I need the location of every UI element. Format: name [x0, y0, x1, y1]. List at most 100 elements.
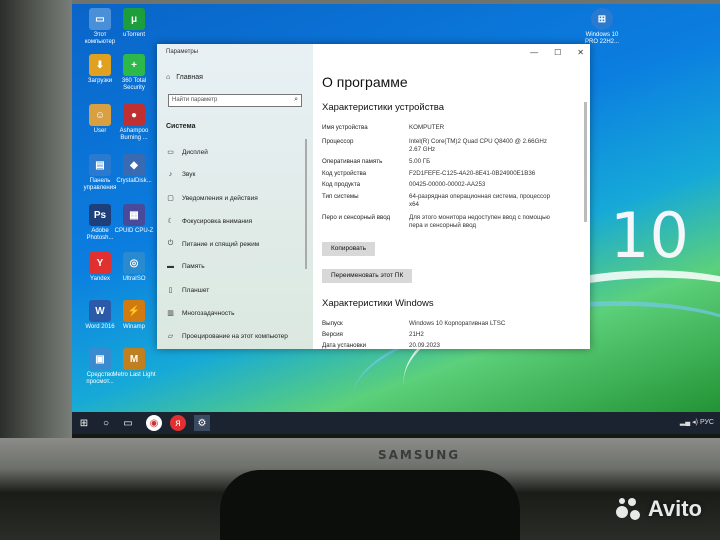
app-icon: ◎: [123, 252, 145, 274]
search-placeholder: Найти параметр: [172, 97, 218, 103]
desktop-icon-label: Yandex: [90, 276, 110, 282]
app-icon: M: [123, 348, 145, 370]
page-title: О программе: [322, 74, 408, 90]
taskbar: ⊞ ○ ▭ ◉ я ⚙ ▂▄ ◂) РУС: [72, 412, 720, 434]
settings-sidebar: Параметры ⌂ Главная Найти параметр ⌕ Сис…: [157, 44, 313, 349]
spec-label: Выпуск: [322, 320, 343, 327]
monitor-stand: [220, 470, 520, 540]
desktop-icon[interactable]: ◎ UltraISO: [112, 252, 156, 283]
app-icon: W: [89, 300, 111, 322]
spec-label: Код продукта: [322, 181, 361, 188]
desktop-icon[interactable]: +360 Total Security: [112, 54, 156, 92]
desktop-icon[interactable]: M Metro Last Light: [112, 348, 156, 379]
app-icon: ▭: [89, 8, 111, 30]
sidebar-item[interactable]: ▭ Дисплей: [166, 148, 208, 157]
main-scrollbar[interactable]: [584, 102, 587, 222]
network-icon: ▂▄: [679, 419, 691, 426]
spec-label: Код устройства: [322, 170, 367, 177]
windows-icon: ⊞: [591, 8, 613, 30]
sidebar-item[interactable]: ▬ Память: [166, 263, 205, 270]
spec-label: Перо и сенсорный ввод: [322, 214, 391, 221]
spec-value: Intel(R) Core(TM)2 Quad CPU Q8400 @ 2.66…: [409, 138, 547, 153]
sound-icon: ♪: [168, 171, 173, 178]
desktop-icon-label: User: [93, 128, 107, 134]
maximize-icon[interactable]: ☐: [554, 48, 561, 57]
sidebar-item-label: Проецирование на этот компьютер: [182, 332, 288, 340]
sidebar-item-label: Память: [182, 263, 205, 270]
window-controls: — ☐ ✕: [530, 48, 584, 57]
desktop-icon[interactable]: ▦ CPUID CPU-Z: [112, 204, 156, 235]
system-tray[interactable]: ▂▄ ◂) РУС: [680, 418, 714, 426]
desktop-icon-windows10[interactable]: ⊞ Windows 10 PRO 22H2...: [580, 8, 624, 46]
desktop-icon[interactable]: ⚡ Winamp: [112, 300, 156, 331]
close-icon[interactable]: ✕: [577, 48, 584, 57]
notifications-icon: ▢: [167, 195, 174, 202]
sidebar-item[interactable]: ☾ Фокусировка внимания: [166, 217, 253, 226]
browser-icon[interactable]: ◉: [146, 415, 162, 431]
app-icon: Y: [89, 252, 111, 274]
desktop-icon-label: Word 2016: [85, 324, 115, 330]
app-icon: ⬇: [89, 54, 111, 76]
app-icon: Ps: [89, 204, 111, 226]
desktop-icon-label: uTorrent: [122, 32, 145, 38]
volume-icon: ◂): [692, 419, 699, 426]
app-icon: ●: [123, 104, 145, 126]
spec-label: Имя устройства: [322, 124, 368, 131]
app-icon: ⚡: [123, 300, 145, 322]
home-icon: ⌂: [166, 74, 171, 81]
desktop-icon[interactable]: ◆ CrystalDisk...: [112, 154, 156, 185]
sidebar-item[interactable]: ▥ Многозадачность: [166, 309, 235, 318]
power-icon: ⏻: [167, 240, 174, 247]
start-button[interactable]: ⊞: [76, 415, 92, 431]
app-icon: ◆: [123, 154, 145, 176]
sidebar-item-label: Питание и спящий режим: [182, 240, 260, 248]
sidebar-item-label: Планшет: [182, 286, 210, 294]
sidebar-item-label: Многозадачность: [182, 309, 235, 317]
desktop-icon[interactable]: μ uTorrent: [112, 8, 156, 39]
sidebar-section-title: Система: [166, 123, 196, 130]
desktop-icon-label: Adobe Photosh...: [86, 228, 114, 241]
sidebar-item-label: Фокусировка внимания: [182, 217, 253, 225]
app-icon: ☺: [89, 104, 111, 126]
desktop-icon-label: 360 Total Security: [121, 78, 147, 91]
settings-window: Параметры ⌂ Главная Найти параметр ⌕ Сис…: [157, 44, 590, 349]
copy-button[interactable]: Копировать: [322, 242, 375, 256]
home-nav-item[interactable]: ⌂ Главная: [166, 74, 203, 81]
spec-label: Процессор: [322, 138, 354, 145]
search-icon[interactable]: ○: [98, 415, 114, 431]
monitor-bezel-left: [0, 0, 72, 440]
task-view-icon[interactable]: ▭: [120, 415, 136, 431]
settings-gear-icon[interactable]: ⚙: [194, 415, 210, 431]
spec-label: Версия: [322, 331, 343, 338]
sidebar-item[interactable]: ▢ Уведомления и действия: [166, 194, 258, 203]
sidebar-item-label: Звук: [182, 171, 196, 178]
minimize-icon[interactable]: —: [530, 48, 538, 57]
app-icon: μ: [123, 8, 145, 30]
desktop-icon-label: CrystalDisk...: [116, 178, 152, 184]
desktop-icon-label: Windows 10 PRO 22H2...: [584, 32, 619, 45]
desktop-icon[interactable]: ● Ashampoo Burning ...: [112, 104, 156, 142]
sidebar-item-label: Дисплей: [182, 148, 208, 156]
spec-value: Для этого монитора недоступен ввод с пом…: [409, 214, 550, 229]
spec-label: Тип системы: [322, 193, 359, 200]
sidebar-scrollbar[interactable]: [305, 139, 307, 269]
search-icon: ⌕: [294, 96, 298, 103]
app-icon: ▤: [89, 154, 111, 176]
settings-search-input[interactable]: Найти параметр ⌕: [168, 94, 302, 107]
sidebar-item[interactable]: ♪ Звук: [166, 171, 196, 178]
windows-specs-heading: Характеристики Windows: [322, 298, 434, 309]
monitor-brand: SAMSUNG: [378, 448, 461, 462]
spec-value: 20.09.2023: [409, 342, 440, 349]
avito-logo-icon: [615, 496, 642, 522]
sidebar-item[interactable]: ⏻ Питание и спящий режим: [166, 240, 260, 248]
sidebar-item[interactable]: ▯ Планшет: [166, 286, 210, 295]
spec-value: Windows 10 Корпоративная LTSC: [409, 320, 506, 327]
sidebar-item[interactable]: ▱ Проецирование на этот компьютер: [166, 332, 288, 341]
yandex-icon[interactable]: я: [170, 415, 186, 431]
app-icon: ▣: [89, 348, 111, 370]
watermark-text: Avito: [647, 496, 702, 521]
rename-pc-button[interactable]: Переименовать этот ПК: [322, 269, 413, 283]
desktop-screen: 10 ▭ Этот компьютер μ uTorrent ⬇ Загрузки +360…: [72, 4, 720, 434]
desktop-icon-label: Этот компьютер: [84, 32, 116, 45]
focus-icon: ☾: [167, 218, 174, 225]
